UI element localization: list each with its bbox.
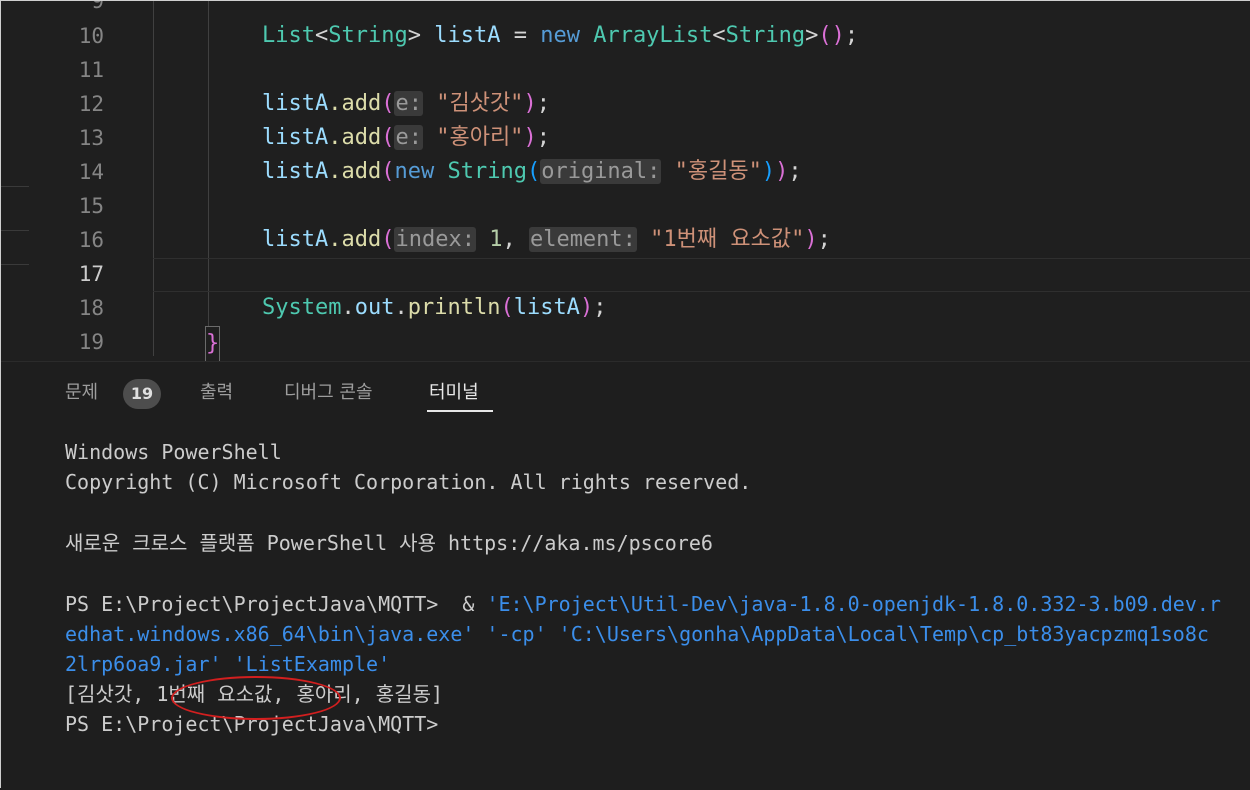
- param-hint: index:: [394, 227, 476, 252]
- code-editor[interactable]: 9 10 List<String> listA = new ArrayList<…: [1, 1, 1250, 361]
- line-number: 9: [91, 1, 104, 13]
- code-text: listA.add(e: "홍아리");: [262, 125, 550, 150]
- terminal-line: 새로운 크로스 플랫폼 PowerShell 사용 https://aka.ms…: [65, 531, 713, 555]
- param-hint: e:: [394, 91, 423, 116]
- highlight-annotation-circle: [171, 676, 341, 720]
- line-number: 17: [78, 262, 104, 286]
- code-line-15: 15: [1, 189, 1250, 223]
- terminal-command: edhat.windows.x86_64\bin\java.exe' '-cp'…: [65, 622, 1209, 646]
- code-text: listA.add(index: 1, element: "1번째 요소값");: [262, 227, 831, 252]
- line-number: 13: [78, 126, 104, 150]
- param-hint: e:: [394, 125, 423, 150]
- terminal-line: Copyright (C) Microsoft Corporation. All…: [65, 470, 752, 494]
- problems-count-badge: 19: [123, 379, 161, 409]
- tab-terminal[interactable]: 터미널: [429, 380, 479, 406]
- code-line-12: 12 listA.add(e: "김삿갓");: [1, 87, 1250, 121]
- param-hint: element:: [528, 227, 637, 252]
- code-text: listA.add(e: "김삿갓");: [262, 91, 550, 116]
- code-line-17: 17: [1, 257, 1250, 291]
- code-line-19: 19: [1, 325, 1250, 359]
- code-line-14: 14 listA.add(new String(original: "홍길동")…: [1, 155, 1250, 189]
- param-hint: original:: [540, 159, 662, 184]
- terminal-prompt: PS E:\Project\ProjectJava\MQTT> &: [65, 592, 487, 616]
- line-number: 18: [78, 296, 104, 320]
- panel-tabs: 문제 19 출력 디버그 콘솔 터미널: [1, 362, 1250, 412]
- code-text: listA.add(new String(original: "홍길동"));: [262, 159, 802, 184]
- code-line-13: 13 listA.add(e: "홍아리");: [1, 121, 1250, 155]
- terminal-command-line: PS E:\Project\ProjectJava\MQTT> & 'E:\Pr…: [65, 589, 1221, 619]
- line-number: 10: [78, 24, 104, 48]
- line-number: 15: [78, 194, 104, 218]
- line-number: 12: [78, 92, 104, 116]
- line-number: 11: [78, 58, 104, 82]
- code-line-16: 16 listA.add(index: 1, element: "1번째 요소값…: [1, 223, 1250, 257]
- line-number: 16: [78, 228, 104, 252]
- tab-debug-console[interactable]: 디버그 콘솔: [284, 380, 373, 406]
- line-number: 19: [78, 330, 104, 354]
- code-line-9: 9: [1, 1, 1250, 18]
- terminal-command: 'E:\Project\Util-Dev\java-1.8.0-openjdk-…: [486, 592, 1221, 616]
- code-line-10: 10 List<String> listA = new ArrayList<St…: [1, 19, 1250, 53]
- closing-brace: }: [204, 326, 221, 361]
- line-number: 14: [78, 160, 104, 184]
- tab-problems[interactable]: 문제: [65, 380, 98, 406]
- active-tab-indicator: [427, 410, 493, 412]
- code-text: List<String> listA = new ArrayList<Strin…: [262, 23, 859, 48]
- code-text: System.out.println(listA);: [262, 295, 607, 320]
- terminal-command: 2lrp6oa9.jar' 'ListExample': [65, 652, 391, 676]
- terminal-line: Windows PowerShell: [65, 440, 282, 464]
- code-line-18: 18 System.out.println(listA);: [1, 291, 1250, 325]
- code-line-11: 11: [1, 53, 1250, 87]
- tab-output[interactable]: 출력: [200, 380, 233, 406]
